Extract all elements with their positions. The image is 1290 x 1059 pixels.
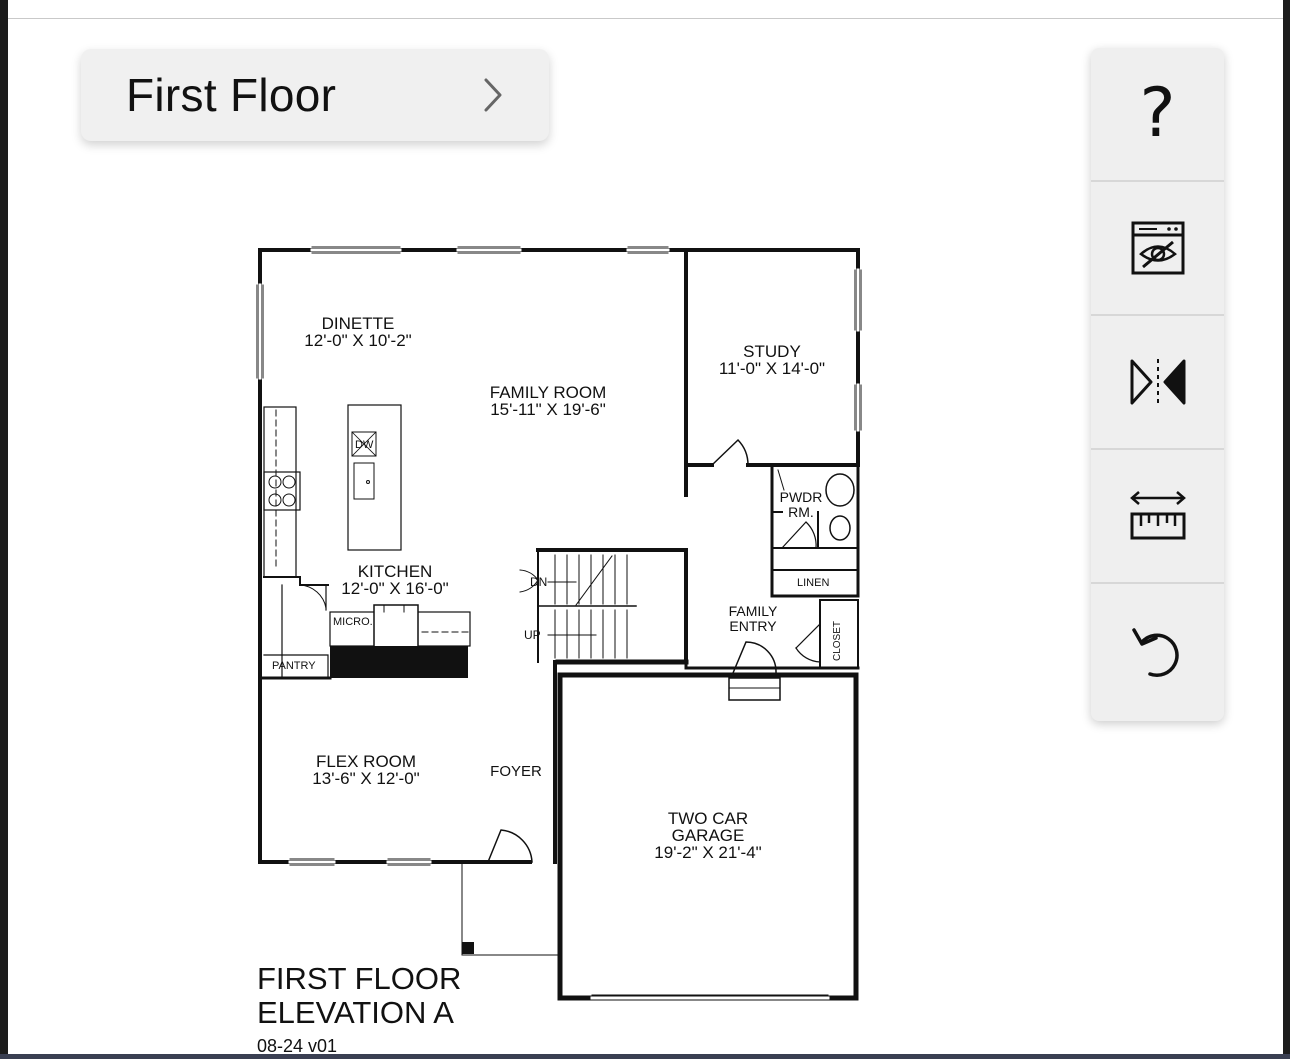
mirror-flip-icon bbox=[1130, 359, 1185, 405]
floor-selector-button[interactable]: First Floor bbox=[81, 49, 549, 141]
measure-button[interactable] bbox=[1091, 450, 1224, 584]
room-dinette: DINETTE 12'-0" X 10'-2" bbox=[304, 315, 411, 349]
room-garage-name-1: TWO CAR bbox=[667, 809, 749, 828]
room-pwdr-line2: RM. bbox=[788, 504, 814, 520]
room-family-room-dims: 15'-11" X 19'-6" bbox=[490, 400, 606, 419]
hide-furniture-button[interactable] bbox=[1091, 182, 1224, 316]
room-flex-name: FLEX ROOM bbox=[315, 752, 417, 771]
room-study: STUDY 11'-0" X 14'-0" bbox=[719, 343, 825, 377]
floor-selector-label: First Floor bbox=[126, 69, 337, 121]
room-pwdr: PWDR RM. bbox=[780, 490, 823, 520]
room-study-dims: 11'-0" X 14'-0" bbox=[718, 359, 826, 378]
chevron-right-icon bbox=[484, 78, 502, 112]
label-dishwasher: DW bbox=[355, 439, 374, 451]
ruler-icon bbox=[1129, 491, 1186, 540]
reset-button[interactable] bbox=[1091, 584, 1224, 719]
plan-version: 08-24 v01 bbox=[257, 1036, 338, 1056]
room-garage: TWO CAR GARAGE 19'-2" X 21'-4" bbox=[654, 810, 761, 861]
room-kitchen: KITCHEN 12'-0" X 16'-0" bbox=[341, 563, 448, 597]
eye-slash-appliance-icon bbox=[1131, 221, 1184, 275]
room-garage-dims: 19'-2" X 21'-4" bbox=[654, 843, 762, 862]
room-kitchen-dims: 12'-0" X 16'-0" bbox=[341, 579, 449, 598]
room-family-entry: FAMILY ENTRY bbox=[729, 604, 778, 634]
question-mark-icon: ? bbox=[1139, 74, 1176, 153]
room-foyer: FOYER bbox=[490, 763, 542, 780]
room-family-room: FAMILY ROOM 15'-11" X 19'-6" bbox=[490, 384, 607, 418]
label-stairs-down: DN bbox=[530, 575, 548, 589]
plan-title-line2: ELEVATION A bbox=[257, 995, 454, 1030]
room-pwdr-line1: PWDR bbox=[779, 489, 823, 505]
room-family-entry-line1: FAMILY bbox=[728, 603, 778, 619]
room-kitchen-name: KITCHEN bbox=[357, 562, 433, 581]
room-garage-name-2: GARAGE bbox=[671, 826, 745, 845]
room-dinette-name: DINETTE bbox=[321, 314, 395, 333]
plan-toolbar: ? bbox=[1091, 48, 1224, 721]
room-flex-dims: 13'-6" X 12'-0" bbox=[312, 769, 420, 788]
undo-icon bbox=[1131, 627, 1179, 677]
plan-title-line1: FIRST FLOOR bbox=[257, 961, 462, 996]
label-micro: MICRO. bbox=[333, 616, 373, 628]
label-linen: LINEN bbox=[797, 577, 830, 589]
help-button[interactable]: ? bbox=[1091, 48, 1224, 182]
room-family-room-name: FAMILY ROOM bbox=[489, 383, 607, 402]
room-flex: FLEX ROOM 13'-6" X 12'-0" bbox=[312, 753, 419, 787]
plan-title: FIRST FLOOR ELEVATION A bbox=[257, 962, 461, 1030]
room-study-name: STUDY bbox=[743, 342, 801, 361]
room-family-entry-line2: ENTRY bbox=[729, 618, 777, 634]
label-closet: CLOSET bbox=[832, 620, 843, 661]
mirror-button[interactable] bbox=[1091, 316, 1224, 450]
room-dinette-dims: 12'-0" X 10'-2" bbox=[304, 331, 412, 350]
label-pantry: PANTRY bbox=[272, 660, 316, 672]
label-stairs-up: UP bbox=[524, 628, 541, 642]
